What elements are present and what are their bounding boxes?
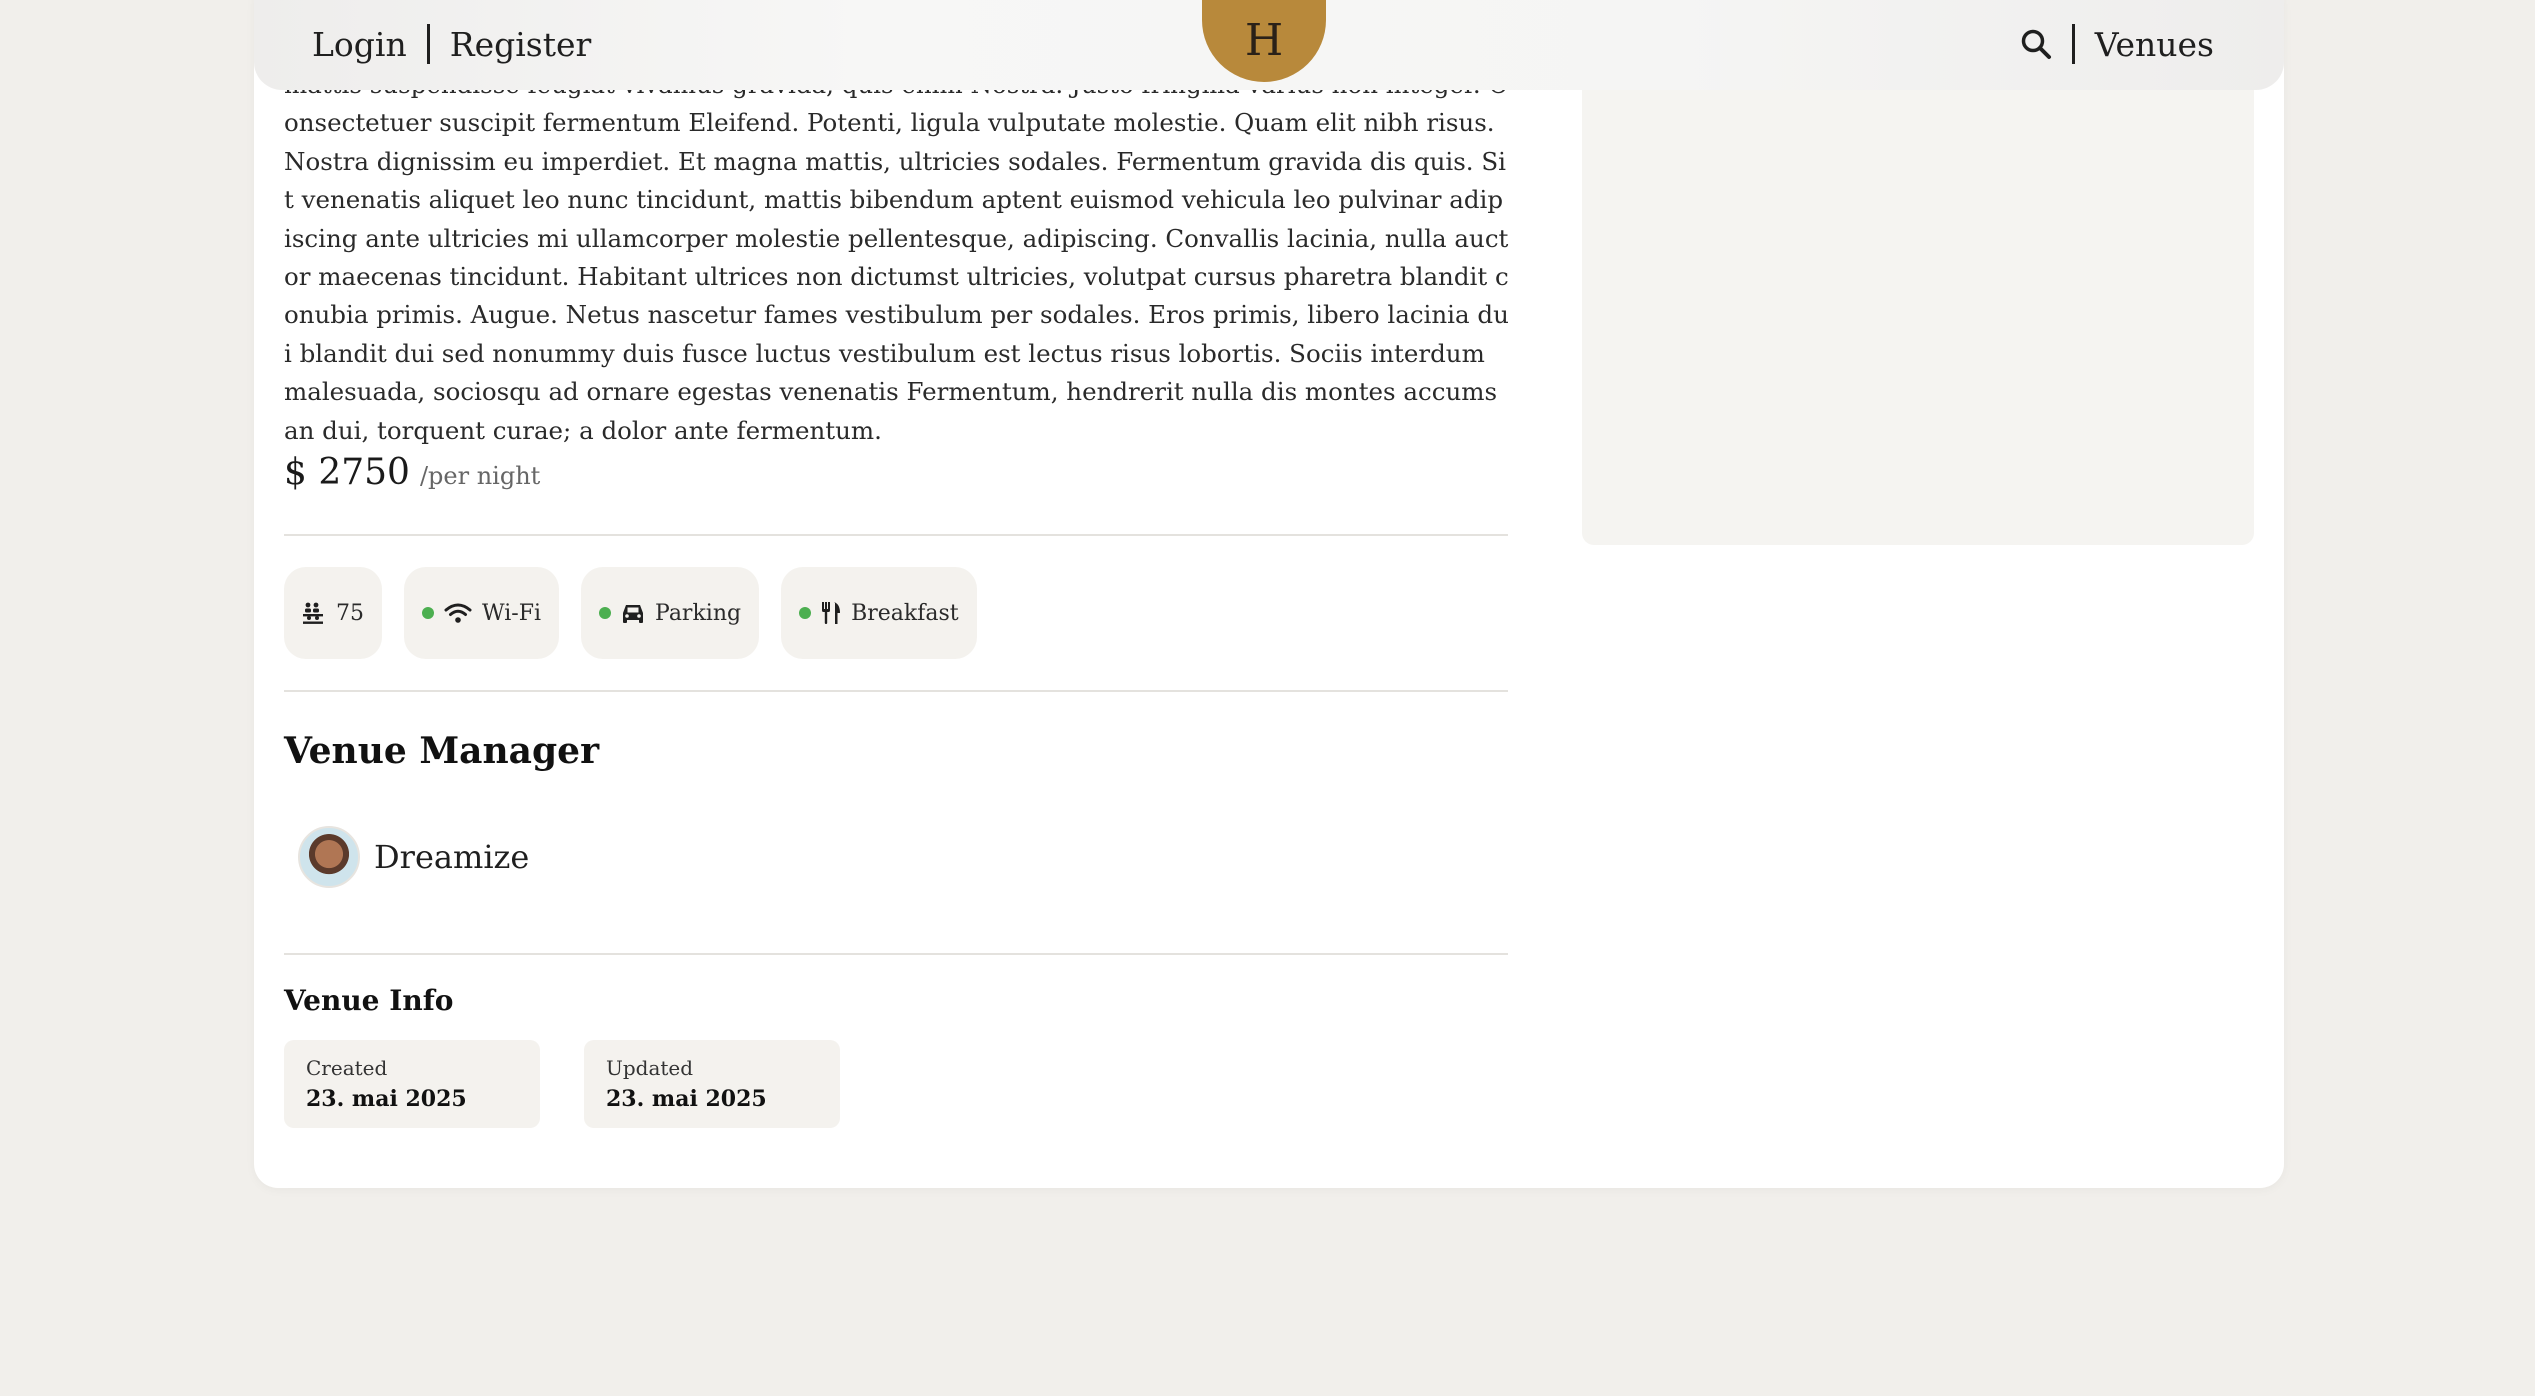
guests-count: 75 <box>336 600 364 626</box>
search-icon[interactable] <box>2020 28 2052 60</box>
avatar <box>298 826 360 888</box>
price-value: $ 2750 <box>284 452 410 493</box>
available-dot <box>599 607 611 619</box>
updated-label: Updated <box>606 1056 694 1080</box>
parking-label: Parking <box>655 600 742 626</box>
wifi-icon <box>444 602 472 624</box>
main-nav: Venues <box>2020 24 2214 64</box>
nav-divider <box>426 24 430 64</box>
breakfast-label: Breakfast <box>851 600 959 626</box>
logo-letter: H <box>1244 14 1284 66</box>
divider <box>284 690 1508 692</box>
venue-manager-heading: Venue Manager <box>284 730 600 772</box>
breakfast-chip: Breakfast <box>781 567 977 659</box>
nav-divider <box>2071 24 2075 64</box>
venues-link[interactable]: Venues <box>2095 25 2214 64</box>
car-icon <box>621 602 645 624</box>
parking-chip: Parking <box>581 567 760 659</box>
price-row: $ 2750 /per night <box>284 452 540 493</box>
wifi-chip: Wi-Fi <box>404 567 559 659</box>
available-dot <box>799 607 812 619</box>
manager-name: Dreamize <box>374 838 530 876</box>
guests-icon <box>302 601 326 625</box>
amenities-list: 75 Wi-Fi Parking Breakfast <box>284 567 977 659</box>
venue-info-boxes: Created 23. mai 2025 Updated 23. mai 202… <box>284 1040 840 1128</box>
manager-profile[interactable]: Dreamize <box>298 826 529 888</box>
divider <box>284 534 1508 536</box>
wifi-label: Wi-Fi <box>482 600 541 626</box>
divider <box>284 953 1508 955</box>
available-dot <box>422 607 434 619</box>
guests-chip: 75 <box>284 567 382 659</box>
created-box: Created 23. mai 2025 <box>284 1040 540 1128</box>
venue-description: mattis suspendisse feugiat vivamus gravi… <box>284 70 1509 445</box>
site-header: Login Register H Venues <box>254 0 2284 90</box>
login-link[interactable]: Login <box>312 25 407 64</box>
booking-panel <box>1582 70 2254 545</box>
price-unit: /per night <box>419 462 541 490</box>
logo[interactable]: H <box>1202 0 1326 82</box>
created-label: Created <box>306 1056 388 1080</box>
venue-info-heading: Venue Info <box>284 984 454 1017</box>
updated-box: Updated 23. mai 2025 <box>584 1040 840 1128</box>
auth-nav: Login Register <box>312 24 591 64</box>
updated-date: 23. mai 2025 <box>606 1086 767 1112</box>
created-date: 23. mai 2025 <box>306 1086 467 1112</box>
utensils-icon <box>821 601 841 625</box>
register-link[interactable]: Register <box>450 25 592 64</box>
